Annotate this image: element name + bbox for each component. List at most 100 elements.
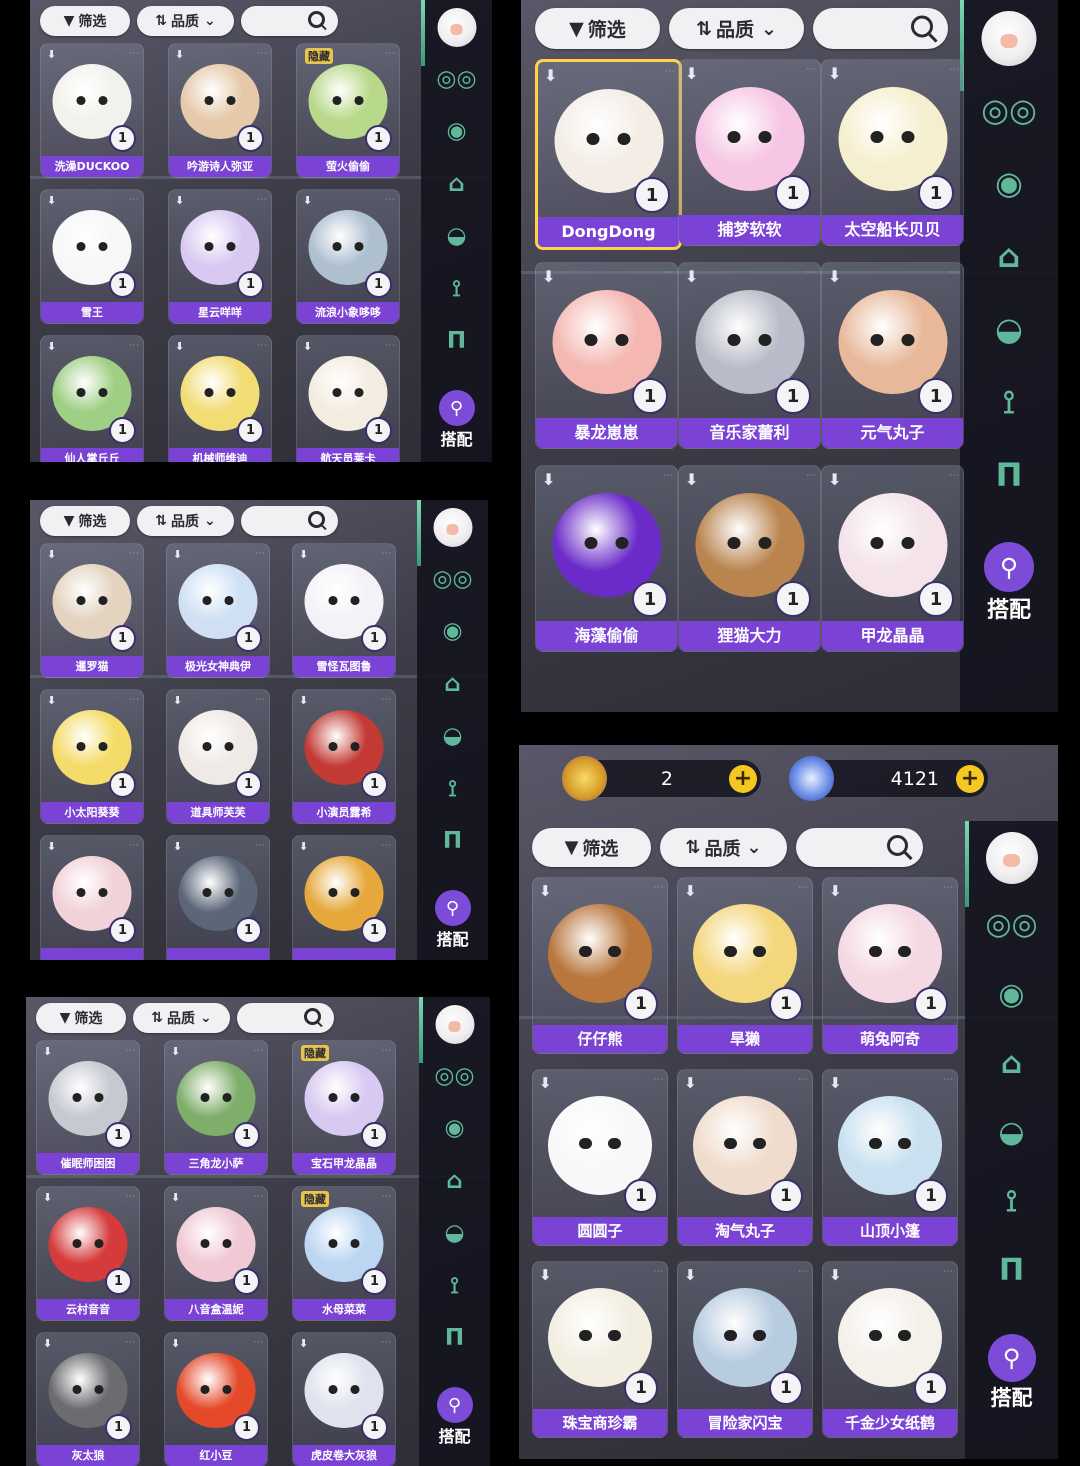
filter-button[interactable]: ▼ 筛选 <box>535 8 660 49</box>
shirt-icon[interactable]: ⟟ <box>979 1184 1044 1219</box>
shirt-icon[interactable]: ⟟ <box>432 276 481 302</box>
item-card[interactable]: ⬇ ⋮ 1 机械师维迪 <box>168 335 272 462</box>
mask-icon[interactable]: ◉ <box>979 977 1044 1012</box>
item-card[interactable]: ⬇ ⋮ 1 淘气丸子 <box>677 1069 813 1246</box>
hat-icon[interactable]: ⌂ <box>975 237 1043 275</box>
search-input[interactable] <box>796 828 923 867</box>
item-card[interactable]: ⬇ ⋮ 1 道具师芙芙 <box>166 689 270 824</box>
item-card[interactable]: ⬇ ⋮ 1 音乐家蕾利 <box>678 262 821 449</box>
pants-icon[interactable]: Π <box>979 1253 1044 1288</box>
glasses-icon[interactable]: ◎◎ <box>979 907 1044 942</box>
dress-up-button[interactable]: ⚲ 搭配 <box>984 542 1034 624</box>
item-card[interactable]: ⬇ ⋮ 1 太空船长贝贝 <box>821 59 964 246</box>
item-card[interactable]: ⬇ ⋮ 1 <box>166 835 270 960</box>
add-coin-button[interactable]: + <box>729 764 757 793</box>
cap-icon[interactable]: ◒ <box>428 723 477 749</box>
pants-icon[interactable]: Π <box>432 328 481 354</box>
pants-icon[interactable]: Π <box>428 828 477 854</box>
cap-icon[interactable]: ◒ <box>975 310 1043 348</box>
hat-icon[interactable]: ⌂ <box>430 1168 479 1194</box>
item-card[interactable]: ⬇ ⋮ 1 狸猫大力 <box>678 465 821 652</box>
filter-button[interactable]: ▼ 筛选 <box>36 1002 126 1033</box>
search-input[interactable] <box>813 8 948 49</box>
sort-quality-dropdown[interactable]: ⇅ 品质 ⌄ <box>137 505 234 536</box>
item-card[interactable]: ⬇ ⋮ 1 仙人掌丘丘 <box>40 335 144 462</box>
sheep-avatar-icon[interactable] <box>433 508 472 547</box>
dress-up-button[interactable]: ⚲ 搭配 <box>436 1387 473 1447</box>
mask-icon[interactable]: ◉ <box>430 1115 479 1141</box>
item-card[interactable]: ⬇ ⋮ 1 小太阳葵葵 <box>40 689 144 824</box>
item-card[interactable]: ⬇ ⋮ 1 红小豆 <box>164 1332 268 1466</box>
add-gem-button[interactable]: + <box>956 764 984 793</box>
item-card[interactable]: ⬇ ⋮ 1 萌兔阿奇 <box>822 877 958 1054</box>
sort-quality-dropdown[interactable]: ⇅ 品质 ⌄ <box>133 1002 230 1033</box>
item-card[interactable]: ⬇ ⋮ 1 冒险家闪宝 <box>677 1261 813 1438</box>
hat-icon[interactable]: ⌂ <box>432 171 481 197</box>
item-card[interactable]: ⬇⋮隐藏1宝石甲龙晶晶 <box>292 1040 396 1175</box>
item-card[interactable]: ⬇ ⋮ 1 星云咩咩 <box>168 189 272 324</box>
hat-icon[interactable]: ⌂ <box>428 671 477 697</box>
item-card[interactable]: ⬇ ⋮ 1 催眠师困困 <box>36 1040 140 1175</box>
glasses-icon[interactable]: ◎◎ <box>428 566 477 592</box>
item-card[interactable]: ⬇ ⋮ 1 吟游诗人弥亚 <box>168 43 272 178</box>
search-input[interactable] <box>241 5 338 36</box>
filter-button[interactable]: ▼ 筛选 <box>532 828 651 867</box>
mask-icon[interactable]: ◉ <box>432 118 481 144</box>
item-card[interactable]: ⬇ ⋮ 1 云村音音 <box>36 1186 140 1321</box>
search-input[interactable] <box>237 1002 334 1033</box>
item-card[interactable]: ⬇ ⋮ 1 仔仔熊 <box>532 877 668 1054</box>
item-card[interactable]: ⬇⋮隐藏1水母菜菜 <box>292 1186 396 1321</box>
search-input[interactable] <box>241 505 338 536</box>
glasses-icon[interactable]: ◎◎ <box>975 91 1043 129</box>
item-card[interactable]: ⬇ ⋮ 1 山顶小篷 <box>822 1069 958 1246</box>
pants-icon[interactable]: Π <box>975 456 1043 494</box>
item-card[interactable]: ⬇ ⋮ 1 捕梦软软 <box>678 59 821 246</box>
item-card[interactable]: ⬇ ⋮ 1 雪怪瓦图鲁 <box>292 543 396 678</box>
sort-quality-dropdown[interactable]: ⇅ 品质 ⌄ <box>137 5 234 36</box>
item-card[interactable]: ⬇ ⋮ 1 三角龙小萨 <box>164 1040 268 1175</box>
sheep-avatar-icon[interactable] <box>437 8 476 47</box>
cap-icon[interactable]: ◒ <box>979 1115 1044 1150</box>
sheep-avatar-icon[interactable] <box>985 832 1038 884</box>
item-card[interactable]: ⬇ ⋮ 1 珠宝商珍霸 <box>532 1261 668 1438</box>
item-card[interactable]: ⬇ ⋮ 1 灰太狼 <box>36 1332 140 1466</box>
item-card[interactable]: ⬇ ⋮ 1 小演员露希 <box>292 689 396 824</box>
item-card[interactable]: ⬇ ⋮ 1 DongDong <box>535 59 682 250</box>
item-card[interactable]: ⬇ ⋮ 1 海藻偷偷 <box>535 465 678 652</box>
hat-icon[interactable]: ⌂ <box>979 1046 1044 1081</box>
mask-icon[interactable]: ◉ <box>428 618 477 644</box>
item-card[interactable]: ⬇ ⋮ 1 极光女神典伊 <box>166 543 270 678</box>
dress-up-button[interactable]: ⚲ 搭配 <box>434 890 471 950</box>
item-card[interactable]: ⬇ ⋮ 1 元气丸子 <box>821 262 964 449</box>
sort-quality-dropdown[interactable]: ⇅ 品质 ⌄ <box>669 8 804 49</box>
item-card[interactable]: ⬇ ⋮ 1 <box>292 835 396 960</box>
item-card[interactable]: ⬇ ⋮ 1 <box>40 835 144 960</box>
filter-button[interactable]: ▼ 筛选 <box>40 5 130 36</box>
item-card[interactable]: ⬇ ⋮ 1 甲龙晶晶 <box>821 465 964 652</box>
sheep-avatar-icon[interactable] <box>435 1005 474 1044</box>
item-card[interactable]: ⬇ ⋮ 1 雪王 <box>40 189 144 324</box>
cap-icon[interactable]: ◒ <box>430 1220 479 1246</box>
shirt-icon[interactable]: ⟟ <box>430 1273 479 1299</box>
dress-up-button[interactable]: ⚲ 搭配 <box>438 390 475 450</box>
cap-icon[interactable]: ◒ <box>432 223 481 249</box>
dress-up-button[interactable]: ⚲ 搭配 <box>987 1334 1036 1412</box>
shirt-icon[interactable]: ⟟ <box>975 383 1043 422</box>
glasses-icon[interactable]: ◎◎ <box>432 66 481 92</box>
glasses-icon[interactable]: ◎◎ <box>430 1063 479 1089</box>
item-card[interactable]: ⬇ ⋮ 1 旱獭 <box>677 877 813 1054</box>
shirt-icon[interactable]: ⟟ <box>428 776 477 802</box>
item-card[interactable]: ⬇ ⋮ 1 虎皮卷大灰狼 <box>292 1332 396 1466</box>
mask-icon[interactable]: ◉ <box>975 164 1043 202</box>
pants-icon[interactable]: Π <box>430 1325 479 1351</box>
filter-button[interactable]: ▼ 筛选 <box>40 505 130 536</box>
item-card[interactable]: ⬇⋮隐藏1萤火偷偷 <box>296 43 400 178</box>
item-card[interactable]: ⬇ ⋮ 1 暴龙崽崽 <box>535 262 678 449</box>
item-card[interactable]: ⬇ ⋮ 1 洗澡DUCKOO <box>40 43 144 178</box>
item-card[interactable]: ⬇ ⋮ 1 千金少女纸鹤 <box>822 1261 958 1438</box>
item-card[interactable]: ⬇ ⋮ 1 航天员莱卡 <box>296 335 400 462</box>
item-card[interactable]: ⬇ ⋮ 1 圆圆子 <box>532 1069 668 1246</box>
sort-quality-dropdown[interactable]: ⇅ 品质 ⌄ <box>660 828 787 867</box>
sheep-avatar-icon[interactable] <box>981 11 1037 66</box>
item-card[interactable]: ⬇ ⋮ 1 暹罗猫 <box>40 543 144 678</box>
